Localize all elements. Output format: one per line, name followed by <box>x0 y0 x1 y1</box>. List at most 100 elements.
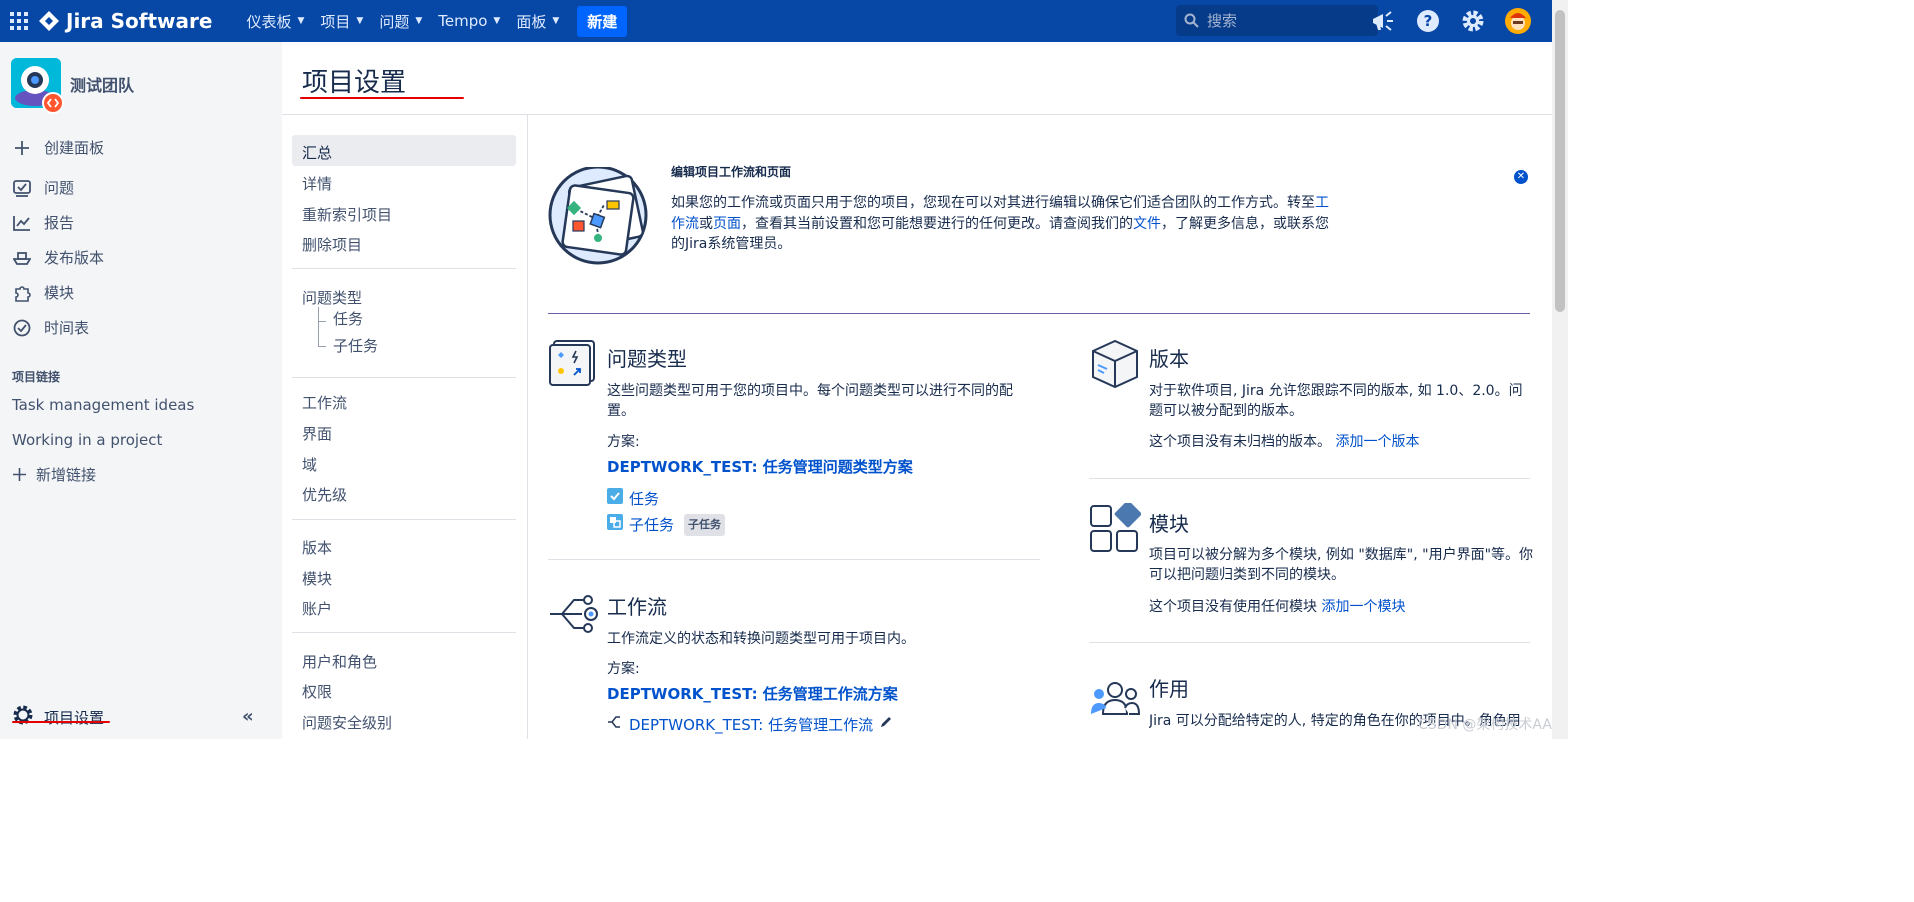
components-empty-text: 这个项目没有使用任何模块 <box>1149 599 1317 615</box>
vertical-scrollbar[interactable] <box>1552 0 1568 739</box>
sidebar-item-timesheet[interactable]: 时间表 <box>12 317 89 338</box>
banner-text-part: 或 <box>699 215 713 232</box>
card-divider <box>548 559 1040 560</box>
issue-type-scheme-link[interactable]: DEPTWORK_TEST: 任务管理问题类型方案 <box>607 456 913 477</box>
settings-nav-reindex[interactable]: 重新索引项目 <box>302 204 392 225</box>
issues-icon <box>12 178 32 198</box>
project-link-task-management[interactable]: Task management ideas <box>12 396 194 414</box>
issue-types-heading: 问题类型 <box>607 347 687 371</box>
versions-description: 对于软件项目, Jira 允许您跟踪不同的版本, 如 1.0、2.0。问题可以被… <box>1149 383 1523 419</box>
settings-nav-summary[interactable]: 汇总 <box>302 142 332 163</box>
workflow-link[interactable]: DEPTWORK_TEST: 任务管理工作流 <box>629 715 873 735</box>
settings-nav-fields[interactable]: 域 <box>302 454 317 475</box>
nav-dashboards[interactable]: 仪表板 ▼ <box>246 11 304 32</box>
settings-nav-delete[interactable]: 删除项目 <box>302 234 362 255</box>
create-button[interactable]: 新建 <box>577 5 628 37</box>
add-link-button[interactable]: 新增链接 <box>12 464 96 485</box>
nav-tempo[interactable]: Tempo ▼ <box>438 12 500 30</box>
app-switcher-icon[interactable] <box>0 0 38 42</box>
issue-types-icon <box>548 339 596 391</box>
scrollbar-thumb[interactable] <box>1555 10 1565 312</box>
user-avatar[interactable] <box>1505 8 1531 34</box>
roles-heading: 作用 <box>1149 677 1189 701</box>
svg-text:?: ? <box>1424 12 1433 30</box>
jira-logo[interactable]: Jira Software <box>38 9 212 33</box>
issue-type-row-task[interactable]: 任务 <box>607 488 659 510</box>
nav-tempo-label: Tempo <box>438 12 488 30</box>
settings-nav-issue-type-subtask[interactable]: 子任务 <box>333 335 378 356</box>
settings-nav-issue-type-task[interactable]: 任务 <box>333 308 363 329</box>
settings-nav-details[interactable]: 详情 <box>302 173 332 194</box>
chevron-down-icon: ▼ <box>356 16 364 26</box>
page-title: 项目设置 <box>302 68 407 98</box>
components-grid-icon <box>1089 500 1142 557</box>
plus-icon <box>12 138 32 158</box>
tree-connector <box>318 307 326 322</box>
workflow-small-icon <box>607 715 623 735</box>
workflow-row[interactable]: DEPTWORK_TEST: 任务管理工作流 <box>607 715 893 735</box>
components-heading: 模块 <box>1149 512 1189 536</box>
add-version-link[interactable]: 添加一个版本 <box>1335 434 1419 450</box>
chevron-down-icon: ▼ <box>415 16 423 26</box>
sidebar-item-releases[interactable]: 发布版本 <box>12 247 104 268</box>
banner-text-part: 如果您的工作流或页面只用于您的项目，您现在可以对其进行编辑以确保它们适合团队的工… <box>671 195 1315 211</box>
search-icon <box>1184 13 1199 28</box>
settings-nav-users-roles[interactable]: 用户和角色 <box>302 651 377 672</box>
issue-type-task-link[interactable]: 任务 <box>629 489 659 509</box>
project-name[interactable]: 测试团队 <box>70 72 134 96</box>
settings-nav-versions[interactable]: 版本 <box>302 537 332 558</box>
project-type-code-icon <box>42 92 64 114</box>
workflow-scheme-label: 方案: <box>607 661 640 677</box>
settings-nav-permissions[interactable]: 权限 <box>302 681 332 702</box>
issue-type-row-subtask[interactable]: 子任务 子任务 <box>607 514 726 536</box>
settings-nav-priorities[interactable]: 优先级 <box>302 484 347 505</box>
banner-screen-link[interactable]: 页面 <box>713 216 741 232</box>
close-icon[interactable]: ✕ <box>1514 170 1528 184</box>
components-description: 项目可以被分解为多个模块, 例如 "数据库", "用户界面"等。你可以把问题归类… <box>1149 547 1534 583</box>
settings-nav-components[interactable]: 模块 <box>302 568 332 589</box>
annotation-underline <box>12 721 110 723</box>
sidebar-item-components[interactable]: 模块 <box>12 282 74 303</box>
subtask-lozenge: 子任务 <box>684 514 726 536</box>
sidebar-item-label: 时间表 <box>44 319 90 337</box>
sidebar-item-project-settings[interactable]: 项目设置 <box>12 704 104 730</box>
components-empty-row: 这个项目没有使用任何模块 添加一个模块 <box>1149 597 1405 617</box>
project-link-working-in-project[interactable]: Working in a project <box>12 431 162 449</box>
workflow-scheme-link[interactable]: DEPTWORK_TEST: 任务管理工作流方案 <box>607 683 898 704</box>
help-icon[interactable]: ? <box>1415 8 1441 34</box>
project-sidebar: 测试团队 创建面板 问题 报告 发布版本 模块 时间表 项目链接 Task ma… <box>0 42 282 739</box>
banner-docs-link[interactable]: 文件 <box>1133 216 1161 232</box>
add-component-link[interactable]: 添加一个模块 <box>1321 599 1405 615</box>
settings-nav-accounts[interactable]: 账户 <box>302 598 332 619</box>
settings-nav-issue-security[interactable]: 问题安全级别 <box>302 712 392 733</box>
settings-nav-workflows[interactable]: 工作流 <box>302 392 347 413</box>
sidebar-item-create-board[interactable]: 创建面板 <box>12 137 104 158</box>
versions-empty-text: 这个项目没有未归档的版本。 <box>1149 434 1331 450</box>
collapse-sidebar-icon[interactable]: « <box>242 706 254 727</box>
search-input[interactable]: 搜索 <box>1176 5 1378 36</box>
tree-connector <box>318 322 326 347</box>
settings-nav-screens[interactable]: 界面 <box>302 423 332 444</box>
search-placeholder: 搜索 <box>1207 12 1238 30</box>
nav-divider <box>292 377 516 378</box>
nav-boards[interactable]: 面板 ▼ <box>516 11 559 32</box>
nav-divider <box>292 519 516 520</box>
gear-icon <box>12 704 34 730</box>
nav-projects[interactable]: 项目 ▼ <box>320 11 363 32</box>
edit-pencil-icon[interactable] <box>879 715 893 735</box>
sidebar-item-issues[interactable]: 问题 <box>12 177 74 198</box>
plus-icon <box>12 465 26 485</box>
banner-title: 编辑项目工作流和页面 <box>671 165 792 179</box>
issue-type-subtask-link[interactable]: 子任务 <box>629 515 674 535</box>
ship-icon <box>12 248 32 268</box>
subtask-icon <box>607 514 623 536</box>
nav-projects-label: 项目 <box>320 12 351 31</box>
sidebar-item-reports[interactable]: 报告 <box>12 212 74 233</box>
settings-nav-issue-types[interactable]: 问题类型 <box>302 287 362 308</box>
settings-gear-icon[interactable] <box>1460 8 1486 34</box>
nav-issues[interactable]: 问题 ▼ <box>379 11 422 32</box>
banner-text: 如果您的工作流或页面只用于您的项目，您现在可以对其进行编辑以确保它们适合团队的工… <box>671 193 1341 255</box>
settings-nav: 汇总 详情 重新索引项目 删除项目 问题类型 任务 子任务 工作流 界面 域 优… <box>282 115 528 739</box>
chevron-down-icon: ▼ <box>493 16 501 26</box>
notifications-megaphone-icon[interactable] <box>1370 8 1396 34</box>
